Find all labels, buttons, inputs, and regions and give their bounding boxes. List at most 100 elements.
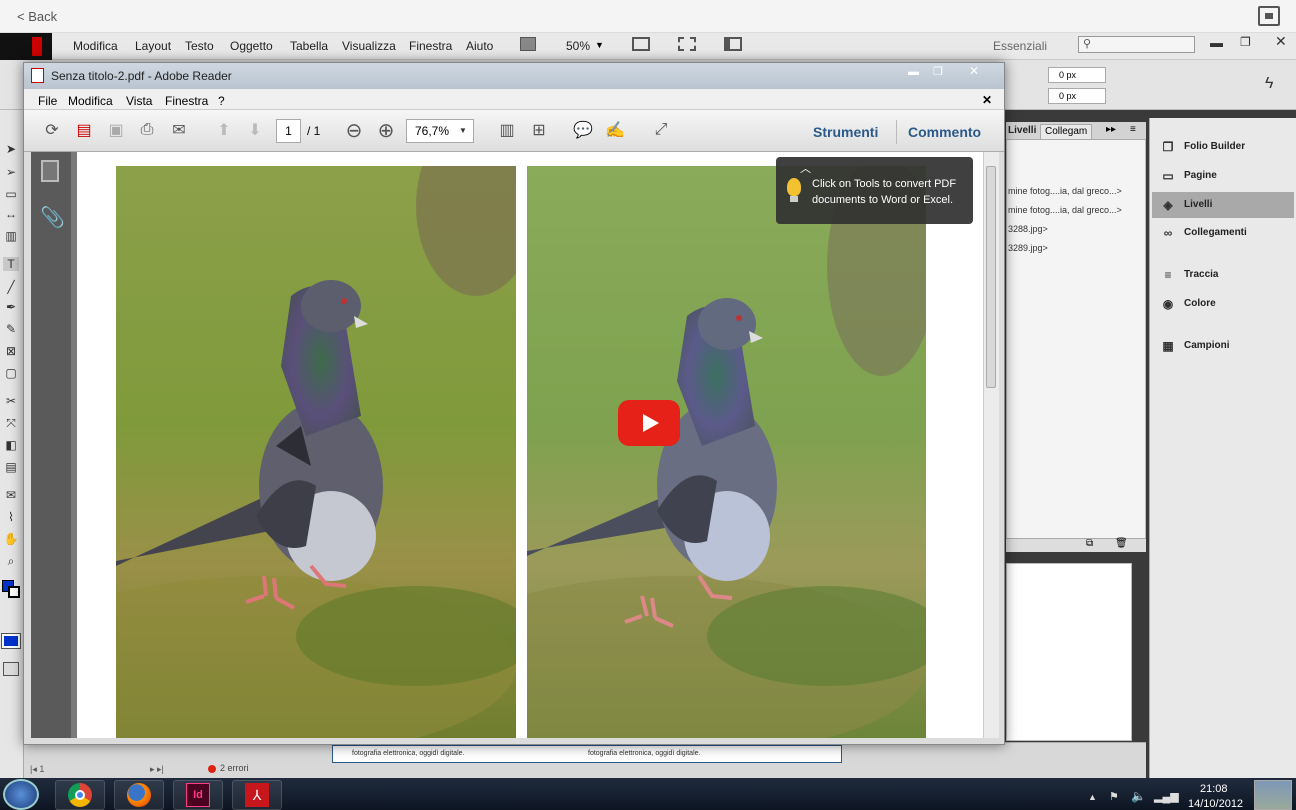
preflight-status[interactable]: 2 errori [220,763,249,773]
note-tool-icon[interactable]: ✉ [3,488,19,502]
id-zoom-select[interactable]: 50% [566,39,590,53]
offset-x-field[interactable]: 0 px [1048,67,1106,83]
line-tool-icon[interactable]: ╱ [3,280,19,294]
highlight-text-icon[interactable]: ✍ [603,118,627,142]
gap-tool-icon[interactable]: ↔ [3,207,19,221]
zoom-tool-icon[interactable]: ⌕ [3,554,19,568]
link-item[interactable]: mine fotog....ia, dal greco...> [1006,182,1126,201]
add-comment-icon[interactable]: 💬 [571,118,595,142]
stroke-swatch[interactable] [8,586,20,598]
taskbar-indesign[interactable]: Id [173,780,223,810]
page-thumbnails-icon[interactable] [41,160,59,182]
id-menu-tabella[interactable]: Tabella [290,39,328,53]
back-button[interactable]: < Back [17,9,57,24]
id-menu-aiuto[interactable]: Aiuto [466,39,493,53]
page-number-input[interactable]: 1 [276,119,301,143]
pencil-tool-icon[interactable]: ✎ [3,322,19,336]
zoom-dropdown-icon[interactable]: ▼ [459,126,467,135]
id-menu-finestra[interactable]: Finestra [409,39,452,53]
direct-selection-tool-icon[interactable]: ➢ [3,165,19,179]
action-center-flag-icon[interactable]: ⚑ [1109,790,1119,803]
save-icon[interactable]: ▣ [104,118,128,142]
rectangle-frame-tool-icon[interactable]: ⊠ [3,344,19,358]
selection-tool-icon[interactable]: ➤ [3,142,19,156]
scissors-tool-icon[interactable]: ✂ [3,394,19,408]
zoom-in-icon[interactable]: ⊕ [374,118,398,142]
scroll-thumb[interactable] [986,166,996,388]
id-menu-visualizza[interactable]: Visualizza [342,39,396,53]
clock-time[interactable]: 21:08 [1200,783,1228,795]
id-menu-modifica[interactable]: Modifica [73,39,118,53]
reader-menu-file[interactable]: File [38,94,57,108]
panel-collapse-icon[interactable]: ▸▸ [1106,124,1116,135]
panel-campioni[interactable]: ▦ Campioni [1152,333,1294,359]
trash-icon[interactable]: 🗑 [1115,538,1128,549]
show-hidden-icons-icon[interactable]: ▲ [1088,792,1097,802]
tip-collapse-icon[interactable]: ︿ [800,160,811,176]
panel-folio-builder[interactable]: ❐ Folio Builder [1152,134,1294,160]
id-menu-layout[interactable]: Layout [135,39,171,53]
start-button[interactable] [3,779,39,810]
link-item[interactable]: 3289.jpg> [1006,239,1126,258]
fullscreen-icon[interactable] [1258,6,1280,26]
panel-pagine[interactable]: ▭ Pagine [1152,163,1294,189]
zoom-out-icon[interactable]: ⊖ [342,118,366,142]
tab-livelli[interactable]: Livelli [1008,125,1036,136]
id-menu-oggetto[interactable]: Oggetto [230,39,273,53]
gradient-feather-tool-icon[interactable]: ▤ [3,460,19,474]
id-menu-testo[interactable]: Testo [185,39,214,53]
reader-menu-finestra[interactable]: Finestra [165,94,208,108]
panel-collegamenti[interactable]: ∞ Collegamenti [1152,220,1294,246]
taskbar-firefox[interactable] [114,780,164,810]
arrange-documents-icon[interactable] [724,37,742,51]
print-icon[interactable]: ⎙ [135,118,159,142]
screen-mode-normal-icon[interactable] [3,662,19,676]
page-nav-controls[interactable]: |◂ 1 [30,764,44,775]
panel-colore[interactable]: ◉ Colore [1152,291,1294,317]
attachments-icon[interactable]: 📎 [40,205,65,230]
network-icon[interactable]: ▂▄▆ [1154,790,1179,803]
create-pdf-icon[interactable]: ⟳ [40,118,64,142]
offset-y-field[interactable]: 0 px [1048,88,1106,104]
panel-menu-icon[interactable]: ≡ [1130,124,1136,135]
previous-page-icon[interactable]: ⬆ [212,118,236,142]
tools-pane-button[interactable]: Strumenti [813,124,878,140]
page-tool-icon[interactable]: ▭ [3,187,19,201]
pen-tool-icon[interactable]: ✒ [3,300,19,314]
panel-livelli[interactable]: ◈ Livelli [1152,192,1294,218]
fit-page-icon[interactable]: ▥ [495,118,519,142]
create-pdf-file-icon[interactable]: ▤ [72,118,96,142]
restore-icon[interactable]: ❐ [1240,35,1251,49]
reader-menu-vista[interactable]: Vista [126,94,152,108]
tab-collegamenti[interactable]: Collegam [1040,124,1092,140]
link-item[interactable]: mine fotog....ia, dal greco...> [1006,201,1126,220]
minimize-icon[interactable]: ▬ [1210,35,1223,50]
reader-menu-help[interactable]: ? [218,94,225,108]
show-desktop-button[interactable] [1254,780,1292,810]
reader-minimize-icon[interactable]: ▬ [908,66,919,78]
video-play-button[interactable] [618,400,680,446]
panel-traccia[interactable]: ≡ Traccia [1152,262,1294,288]
screen-mode-icon[interactable] [678,37,696,51]
comment-pane-button[interactable]: Commento [908,124,981,140]
fit-width-icon[interactable]: ⊞ [527,118,551,142]
relink-icon[interactable]: ⧉ [1086,538,1093,549]
content-collector-icon[interactable]: ▥ [3,229,19,243]
rectangle-tool-icon[interactable]: ▢ [3,366,19,380]
gradient-tool-icon[interactable]: ◧ [3,438,19,452]
search-input[interactable]: ⚲ [1078,36,1195,53]
reader-maximize-icon[interactable]: ❐ [933,65,943,78]
email-icon[interactable]: ✉ [167,118,191,142]
chevron-down-icon[interactable]: ▼ [595,40,604,50]
taskbar-chrome[interactable] [55,780,105,810]
reader-close-icon[interactable]: ✕ [969,64,979,78]
hand-tool-icon[interactable]: ✋ [3,532,19,546]
document-close-icon[interactable]: ✕ [982,93,992,107]
full-screen-mode-icon[interactable]: ⤢ [649,118,673,142]
clock-date[interactable]: 14/10/2012 [1188,798,1243,810]
type-tool-icon[interactable]: T [3,257,19,271]
next-page-icon[interactable]: ⬇ [243,118,267,142]
page-nav-next[interactable]: ▸ ▸| [150,764,164,775]
quick-apply-icon[interactable]: ϟ [1265,75,1273,93]
reader-menu-modifica[interactable]: Modifica [68,94,113,108]
